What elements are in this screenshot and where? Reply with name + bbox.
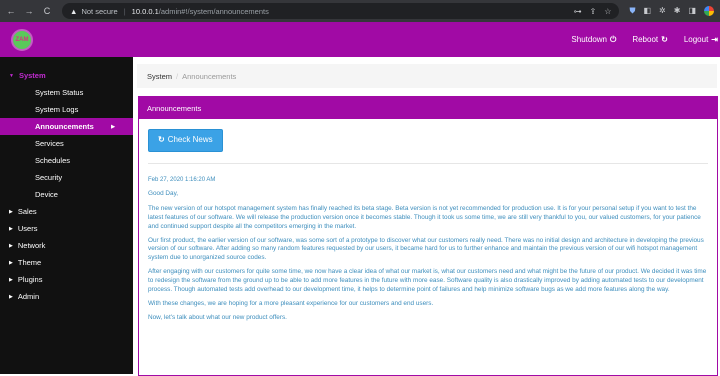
- sidebar-item-announcements[interactable]: Announcements ▶: [0, 118, 133, 135]
- news-paragraph: The new version of our hotspot managemen…: [148, 204, 701, 230]
- extension-icon[interactable]: ◧: [643, 6, 651, 16]
- puzzle-icon[interactable]: ✲: [659, 6, 666, 16]
- sidebar-item-label: Announcements: [35, 122, 94, 131]
- sidebar-item-services[interactable]: Services: [0, 135, 133, 152]
- app-header: ZAM Shutdown ⏻ Reboot ↻ Logout ⇥: [0, 22, 720, 57]
- main-content: System / Announcements Announcements ↻ C…: [133, 57, 720, 376]
- sidebar-item-system-logs[interactable]: System Logs: [0, 101, 133, 118]
- sidebar-item-schedules[interactable]: Schedules: [0, 152, 133, 169]
- shutdown-label: Shutdown: [571, 34, 607, 44]
- reboot-label: Reboot: [632, 34, 659, 44]
- sidebar-item-plugins[interactable]: ▶ Plugins: [0, 271, 133, 288]
- sidebar-item-system[interactable]: ▼ System: [0, 67, 133, 84]
- url-actions: ⊶ ⇪ ☆: [574, 7, 612, 16]
- sidebar-item-label: System: [18, 71, 46, 80]
- sidebar-item-label: Admin: [17, 292, 40, 301]
- sidepanel-icon[interactable]: ◨: [688, 6, 696, 16]
- breadcrumb-separator: /: [176, 71, 179, 81]
- news-paragraph: Our first product, the earlier version o…: [148, 236, 704, 262]
- key-icon[interactable]: ⊶: [574, 7, 582, 16]
- app-logo[interactable]: ZAM: [11, 28, 33, 51]
- not-secure-label: Not secure: [81, 6, 118, 16]
- sidebar-item-sales[interactable]: ▶ Sales: [0, 203, 133, 220]
- news-date: Feb 27, 2020 1:16:20 AM: [148, 177, 216, 183]
- sidebar: ▼ System System Status System Logs Annou…: [0, 57, 133, 374]
- pin-icon[interactable]: ✱: [674, 6, 681, 16]
- breadcrumb: System / Announcements: [137, 64, 717, 88]
- shutdown-button[interactable]: Shutdown ⏻: [571, 35, 616, 45]
- share-icon[interactable]: ⇪: [590, 7, 597, 16]
- sidebar-item-security[interactable]: Security: [0, 169, 133, 186]
- url-divider: |: [123, 6, 126, 16]
- sidebar-item-theme[interactable]: ▶ Theme: [0, 254, 133, 271]
- caret-right-icon: ▶: [9, 225, 13, 232]
- breadcrumb-current: Announcements: [182, 71, 237, 81]
- logout-label: Logout: [683, 34, 709, 44]
- sidebar-item-label: Theme: [17, 258, 42, 267]
- logout-icon: ⇥: [711, 34, 718, 44]
- sidebar-item-label: Users: [17, 224, 38, 233]
- back-button[interactable]: ←: [4, 6, 18, 16]
- check-news-button[interactable]: ↻ Check News: [148, 129, 223, 152]
- caret-right-icon: ▶: [9, 293, 13, 300]
- caret-down-icon: ▼: [9, 72, 14, 79]
- url-path: /admin#!/system/announcements: [158, 6, 269, 16]
- refresh-icon: ↻: [158, 135, 165, 145]
- bookmark-star-icon[interactable]: ☆: [604, 7, 611, 16]
- divider: [148, 163, 708, 164]
- check-news-label: Check News: [167, 135, 213, 145]
- address-bar[interactable]: ▲ Not secure | 10.0.0.1 /admin#!/system/…: [62, 3, 620, 19]
- sidebar-item-label: Network: [17, 241, 46, 250]
- announcements-panel: Announcements ↻ Check News Feb 27, 2020 …: [138, 96, 718, 376]
- reboot-button[interactable]: Reboot ↻: [632, 35, 668, 45]
- warning-icon: ▲: [70, 6, 78, 16]
- caret-right-icon: ▶: [9, 276, 13, 283]
- logout-button[interactable]: Logout ⇥: [684, 35, 718, 45]
- reload-button[interactable]: C: [40, 6, 54, 16]
- caret-right-icon: ▶: [111, 123, 115, 130]
- sidebar-item-system-status[interactable]: System Status: [0, 84, 133, 101]
- refresh-icon: ↻: [661, 34, 668, 44]
- browser-toolbar: ← → C ▲ Not secure | 10.0.0.1 /admin#!/s…: [0, 0, 720, 22]
- extension-icons: ⛊ ◧ ✲ ✱ ◨: [629, 6, 714, 16]
- url-host: 10.0.0.1: [131, 6, 159, 16]
- news-paragraph: Now, let's talk about what our new produ…: [148, 313, 287, 321]
- news-paragraph: After engaging with our customers for qu…: [148, 268, 707, 294]
- sidebar-item-admin[interactable]: ▶ Admin: [0, 288, 133, 305]
- header-actions: Shutdown ⏻ Reboot ↻ Logout ⇥: [571, 35, 718, 45]
- caret-right-icon: ▶: [9, 208, 13, 215]
- shield-extension-icon[interactable]: ⛊: [629, 6, 635, 16]
- news-greeting: Good Day,: [148, 189, 179, 197]
- caret-right-icon: ▶: [9, 259, 13, 266]
- breadcrumb-system-link[interactable]: System: [147, 72, 172, 81]
- profile-avatar-icon[interactable]: [704, 6, 714, 16]
- panel-body: ↻ Check News Feb 27, 2020 1:16:20 AM Goo…: [139, 119, 717, 338]
- news-paragraph: With these changes, we are hoping for a …: [148, 299, 434, 307]
- forward-button[interactable]: →: [22, 6, 36, 16]
- sidebar-item-label: Sales: [17, 207, 37, 216]
- sidebar-item-device[interactable]: Device: [0, 186, 133, 203]
- sidebar-item-label: Plugins: [17, 275, 43, 284]
- power-icon: ⏻: [610, 34, 617, 44]
- sidebar-item-network[interactable]: ▶ Network: [0, 237, 133, 254]
- panel-title: Announcements: [139, 97, 717, 119]
- sidebar-item-users[interactable]: ▶ Users: [0, 220, 133, 237]
- caret-right-icon: ▶: [9, 242, 13, 249]
